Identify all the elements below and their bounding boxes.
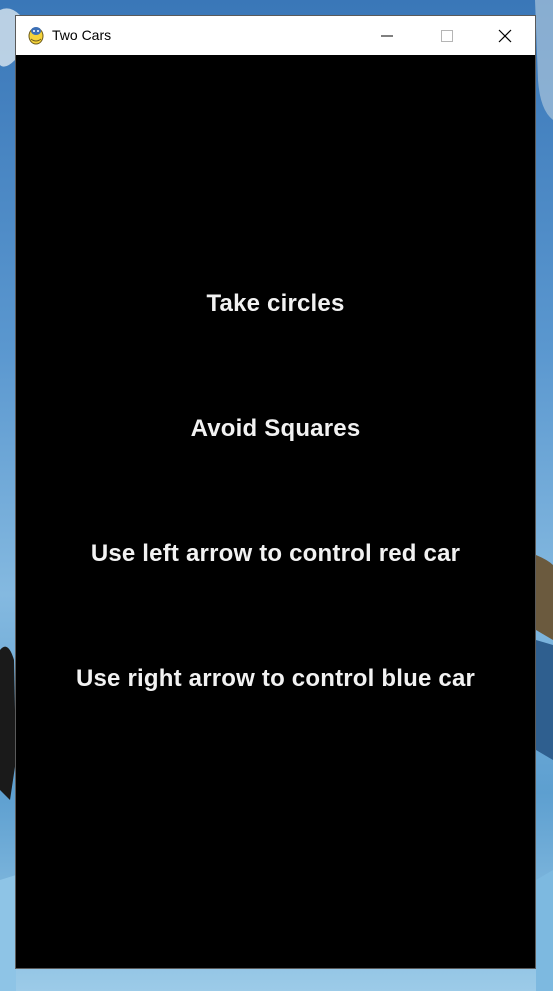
maximize-icon <box>441 29 453 42</box>
app-window: Two Cars Take circles Avoid Squares Use … <box>15 15 536 969</box>
instruction-left-arrow: Use left arrow to control red car <box>90 540 461 567</box>
minimize-button[interactable] <box>364 16 410 55</box>
title-bar[interactable]: Two Cars <box>16 16 535 55</box>
instruction-right-arrow: Use right arrow to control blue car <box>75 665 476 692</box>
close-button[interactable] <box>482 16 528 55</box>
window-title: Two Cars <box>52 27 112 43</box>
minimize-icon <box>381 35 393 36</box>
pygame-snake-icon <box>28 27 44 45</box>
instruction-avoid-squares: Avoid Squares <box>190 415 361 442</box>
game-canvas[interactable]: Take circles Avoid Squares Use left arro… <box>16 55 535 968</box>
maximize-button[interactable] <box>424 16 470 55</box>
instruction-take-circles: Take circles <box>206 290 345 317</box>
close-icon <box>498 29 512 42</box>
